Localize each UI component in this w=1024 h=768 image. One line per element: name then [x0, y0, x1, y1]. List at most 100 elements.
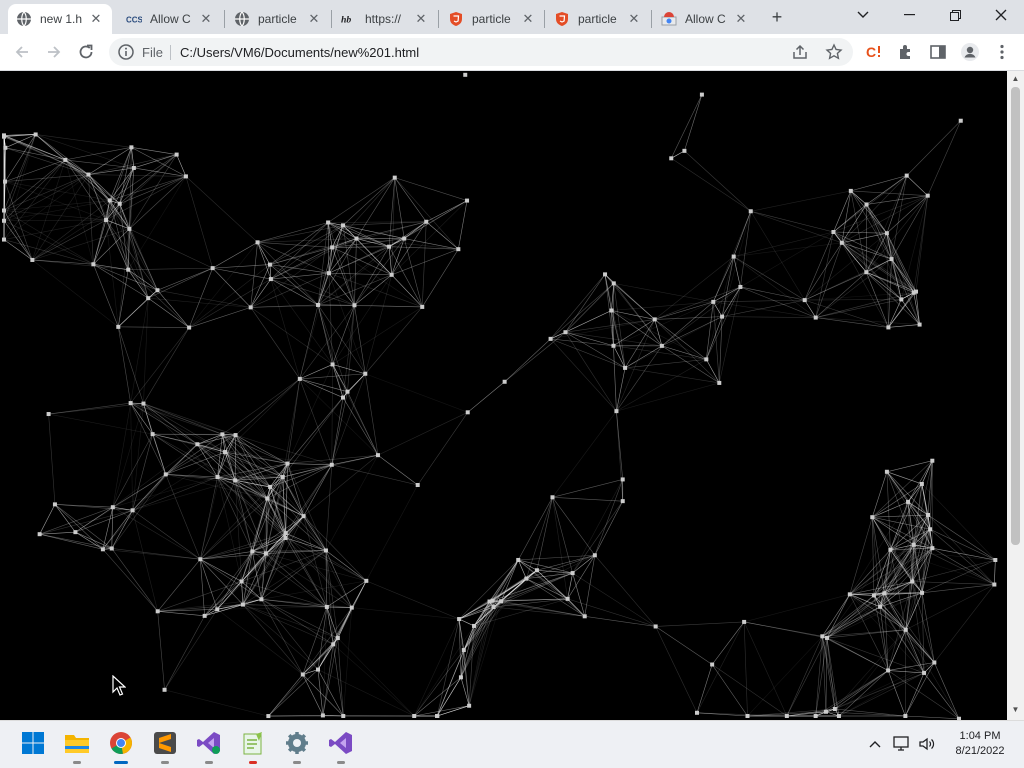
particle-link — [112, 476, 218, 508]
particle — [3, 145, 8, 150]
tab-separator — [651, 10, 652, 28]
particle — [932, 660, 937, 665]
particle-link — [654, 316, 723, 320]
particle-link — [921, 483, 929, 516]
particle — [320, 713, 325, 718]
system-clock[interactable]: 1:04 PM 8/21/2022 — [950, 729, 1010, 759]
particle-link — [655, 626, 713, 665]
profile-button[interactable] — [958, 40, 982, 64]
extension-cors-button[interactable]: C — [862, 40, 886, 64]
particle — [906, 499, 911, 504]
new-tab-button[interactable]: + — [766, 8, 788, 28]
particle-link — [414, 677, 462, 717]
particle-link — [684, 150, 751, 212]
taskbar-notepad-plus-plus[interactable] — [240, 730, 266, 764]
scheme-label: File — [142, 45, 163, 60]
particle-link — [932, 547, 995, 585]
tab-close-icon[interactable]: ✕ — [520, 11, 536, 27]
reload-button[interactable] — [74, 40, 98, 64]
taskbar-settings[interactable] — [284, 730, 310, 764]
particle-link — [326, 580, 367, 608]
particle — [925, 193, 930, 198]
vertical-scrollbar[interactable]: ▲ ▼ — [1007, 71, 1024, 720]
particle-link — [332, 274, 392, 365]
particle-link — [504, 338, 551, 382]
tab-particles-1[interactable]: particle ✕ — [226, 4, 330, 34]
particle — [330, 245, 335, 250]
extensions-button[interactable] — [894, 40, 918, 64]
forward-button[interactable] — [42, 40, 66, 64]
tab-search-button[interactable] — [840, 4, 886, 26]
tab-close-icon[interactable]: ✕ — [413, 11, 429, 27]
particle-link — [299, 304, 319, 379]
start-button[interactable] — [20, 730, 46, 756]
close-window-button[interactable] — [978, 4, 1024, 26]
tab-new-1[interactable]: new 1.h ✕ — [8, 4, 112, 34]
particle-link — [905, 529, 931, 630]
particle-link — [922, 584, 995, 594]
url-text[interactable]: C:/Users/VM6/Documents/new%201.html — [180, 45, 419, 60]
particle-link — [212, 242, 258, 269]
particle-link — [347, 305, 355, 392]
particles-canvas[interactable] — [0, 71, 1007, 720]
tab-close-icon[interactable]: ✕ — [198, 11, 214, 27]
show-hidden-icons-button[interactable] — [866, 735, 884, 753]
particle — [904, 173, 909, 178]
particle-link — [743, 621, 788, 717]
particle — [653, 624, 658, 629]
menu-button[interactable] — [990, 40, 1014, 64]
particle — [323, 548, 328, 553]
particle-link — [3, 159, 66, 211]
tab-particles-3[interactable]: particle ✕ — [546, 4, 650, 34]
particle — [329, 462, 334, 467]
particle — [813, 714, 818, 718]
particle — [609, 308, 614, 313]
tab-close-icon[interactable]: ✕ — [626, 11, 642, 27]
taskbar-visual-studio[interactable] — [196, 730, 222, 764]
address-bar[interactable]: File C:/Users/VM6/Documents/new%201.html — [109, 38, 853, 66]
particle — [389, 272, 394, 277]
scrollbar-thumb[interactable] — [1011, 87, 1020, 545]
taskbar-file-explorer[interactable] — [64, 730, 90, 764]
tab-allow-cors-1[interactable]: CCS Allow C ✕ — [118, 4, 222, 34]
tab-close-icon[interactable]: ✕ — [306, 11, 322, 27]
particle-link — [39, 506, 113, 535]
volume-control[interactable] — [918, 735, 936, 753]
particle-link — [4, 134, 36, 182]
particle — [250, 549, 255, 554]
particle-link — [654, 319, 707, 360]
tab-particles-2[interactable]: particle ✕ — [440, 4, 544, 34]
particle-link — [888, 324, 920, 328]
tab-close-icon[interactable]: ✕ — [733, 11, 749, 27]
tab-hb-https[interactable]: hb https:// ✕ — [333, 4, 437, 34]
back-button[interactable] — [10, 40, 34, 64]
particle-link — [923, 672, 960, 719]
bookmark-button[interactable] — [825, 43, 843, 61]
scroll-up-arrow-icon[interactable]: ▲ — [1011, 74, 1020, 84]
particle — [888, 547, 893, 552]
tab-separator — [224, 10, 225, 28]
particle-link — [364, 274, 392, 374]
share-button[interactable] — [791, 43, 809, 61]
particle — [109, 546, 114, 551]
particle-link — [584, 616, 656, 627]
particle — [202, 613, 207, 618]
particle-link — [188, 242, 258, 328]
taskbar-visual-studio-2[interactable] — [328, 730, 354, 764]
minimize-button[interactable] — [886, 4, 932, 26]
particle — [499, 599, 504, 604]
tab-allow-cors-2[interactable]: Allow C ✕ — [653, 4, 757, 34]
info-icon[interactable] — [117, 43, 135, 61]
particle — [825, 635, 830, 640]
particle — [127, 226, 132, 231]
scroll-down-arrow-icon[interactable]: ▼ — [1011, 705, 1020, 715]
particle — [534, 568, 539, 573]
side-panel-button[interactable] — [926, 40, 950, 64]
network-status[interactable] — [893, 735, 911, 753]
restore-button[interactable] — [932, 4, 978, 26]
tab-close-icon[interactable]: ✕ — [88, 11, 104, 27]
particle-link — [351, 607, 460, 620]
particle — [832, 707, 837, 712]
taskbar-chrome[interactable] — [108, 730, 134, 764]
taskbar-sublime-text[interactable] — [152, 730, 178, 764]
